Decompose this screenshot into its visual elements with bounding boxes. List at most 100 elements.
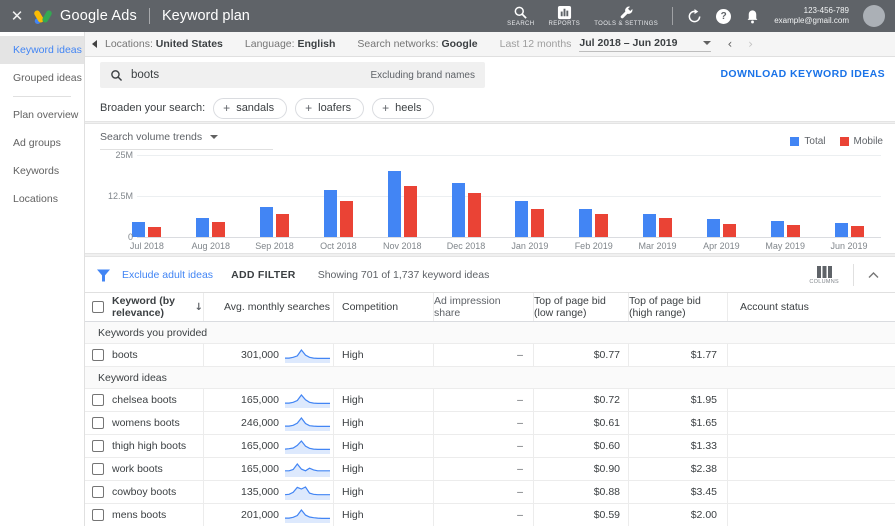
search-icon bbox=[111, 69, 123, 81]
row-checkbox[interactable] bbox=[91, 463, 104, 475]
bar-total bbox=[579, 209, 593, 237]
language-setting[interactable]: Language: English bbox=[245, 38, 335, 50]
google-ads-logo-icon bbox=[34, 8, 52, 25]
networks-setting[interactable]: Search networks: Google bbox=[357, 38, 477, 50]
title-divider bbox=[148, 8, 150, 24]
keyword-ideas-table-panel: Exclude adult ideas ADD FILTER Showing 7… bbox=[85, 258, 895, 526]
bar-group-sep-2018: Sep 2018 bbox=[244, 155, 306, 251]
collapse-table-icon[interactable] bbox=[868, 272, 879, 278]
sidebar-item-keywords[interactable]: Keywords bbox=[0, 157, 84, 185]
broaden-chip-loafers[interactable]: + loafers bbox=[295, 97, 365, 119]
bar-mobile bbox=[659, 218, 673, 237]
searches-cell: 165,000 bbox=[203, 389, 333, 411]
collapse-panel-icon[interactable] bbox=[92, 40, 97, 48]
keyword-search-box[interactable]: Excluding brand names bbox=[100, 62, 485, 88]
bid-low-cell: $0.72 bbox=[533, 389, 628, 411]
header-top-of-page-bid-low-range[interactable]: Top of page bid (low range) bbox=[533, 293, 628, 321]
x-axis-label: Mar 2019 bbox=[638, 241, 677, 251]
sidebar-item-grouped-ideas[interactable]: Grouped ideas bbox=[0, 64, 84, 92]
reports-nav-button[interactable]: REPORTS bbox=[549, 5, 581, 27]
ad-impression-share-cell: – bbox=[433, 481, 533, 503]
bar-mobile bbox=[339, 201, 353, 237]
broaden-chip-heels[interactable]: + heels bbox=[372, 97, 435, 119]
bid-low-cell: $0.90 bbox=[533, 458, 628, 480]
bars bbox=[579, 155, 609, 237]
y-axis-tick: 0 bbox=[127, 232, 133, 242]
account-email: example@gmail.com bbox=[774, 16, 849, 25]
broaden-search-row: Broaden your search: + sandals + loafers + he… bbox=[100, 95, 880, 121]
bar-group-aug-2018: Aug 2018 bbox=[180, 155, 242, 251]
searches-value: 201,000 bbox=[241, 509, 279, 521]
row-checkbox[interactable] bbox=[91, 349, 104, 361]
keyword-cell: mens boots bbox=[112, 509, 167, 521]
legend-item-mobile: Mobile bbox=[839, 136, 883, 147]
competition-cell: High bbox=[333, 435, 433, 457]
table-row-chelsea-boots: chelsea boots 165,000 High – $0.72 $1.95 bbox=[85, 389, 895, 412]
checkbox-cell bbox=[85, 389, 110, 411]
tools-settings-button[interactable]: TOOLS & SETTINGS bbox=[594, 5, 658, 27]
bar-total bbox=[770, 221, 784, 237]
panel-gap bbox=[85, 253, 895, 257]
table-body: Keywords you provided boots 301,000 High – $0… bbox=[85, 322, 895, 526]
competition-cell: High bbox=[333, 458, 433, 480]
x-axis-label: Aug 2018 bbox=[191, 241, 230, 251]
x-axis-label: Apr 2019 bbox=[703, 241, 740, 251]
competition-cell: High bbox=[333, 504, 433, 526]
add-filter-button[interactable]: ADD FILTER bbox=[231, 269, 296, 281]
searches-cell: 135,000 bbox=[203, 481, 333, 503]
sort-by-keyword-button[interactable]: Keyword (by relevance) ↓ bbox=[112, 295, 203, 319]
keyword-cell: womens boots bbox=[112, 417, 180, 429]
sidebar-item-locations[interactable]: Locations bbox=[0, 185, 84, 213]
search-nav-button[interactable]: SEARCH bbox=[507, 5, 534, 27]
row-checkbox[interactable] bbox=[91, 440, 104, 452]
row-checkbox[interactable] bbox=[91, 486, 104, 498]
chart-type-dropdown[interactable]: Search volume trends bbox=[100, 131, 274, 150]
checkbox-cell bbox=[85, 412, 110, 434]
bars bbox=[834, 155, 864, 237]
previous-period-icon[interactable]: ‹ bbox=[727, 37, 732, 51]
legend-swatch bbox=[839, 137, 849, 146]
x-axis-label: Oct 2018 bbox=[320, 241, 357, 251]
chart-legend: Total Mobile bbox=[790, 136, 883, 147]
select-all-checkbox[interactable] bbox=[91, 301, 104, 313]
sidebar-item-ad-groups[interactable]: Ad groups bbox=[0, 129, 84, 157]
sidebar-item-keyword-ideas[interactable]: Keyword ideas bbox=[0, 36, 84, 64]
x-axis-label: Nov 2018 bbox=[382, 241, 422, 251]
refresh-icon[interactable] bbox=[687, 8, 702, 24]
header-competition[interactable]: Competition bbox=[333, 293, 433, 321]
header-account-status[interactable]: Account status bbox=[727, 293, 895, 321]
table-row-womens-boots: womens boots 246,000 High – $0.61 $1.65 bbox=[85, 412, 895, 435]
bid-low-cell: $0.88 bbox=[533, 481, 628, 503]
results-count: Showing 701 of 1,737 keyword ideas bbox=[317, 269, 490, 281]
notifications-bell-icon[interactable] bbox=[745, 9, 760, 24]
legend-label: Total bbox=[804, 136, 826, 147]
wrench-icon bbox=[620, 6, 633, 19]
row-checkbox[interactable] bbox=[91, 509, 104, 521]
bid-low-cell: $0.60 bbox=[533, 435, 628, 457]
filter-bar: Exclude adult ideas ADD FILTER Showing 7… bbox=[85, 258, 895, 292]
bars bbox=[451, 155, 481, 237]
help-icon[interactable]: ? bbox=[716, 8, 732, 24]
locations-setting[interactable]: Locations: United States bbox=[105, 38, 223, 50]
avatar[interactable] bbox=[863, 5, 885, 27]
broaden-chip-sandals[interactable]: + sandals bbox=[213, 97, 288, 119]
trend-sparkline bbox=[285, 439, 330, 454]
close-icon[interactable]: ✕ bbox=[0, 7, 34, 25]
keyword-cell: cowboy boots bbox=[112, 486, 177, 498]
header-ad-impression-share[interactable]: Ad impression share bbox=[433, 293, 533, 321]
row-checkbox[interactable] bbox=[91, 394, 104, 406]
exclude-adult-ideas-link[interactable]: Exclude adult ideas bbox=[122, 269, 213, 281]
keyword-search-input[interactable] bbox=[131, 69, 363, 81]
header-top-of-page-bid-high-range[interactable]: Top of page bid (high range) bbox=[628, 293, 727, 321]
download-keyword-ideas-button[interactable]: DOWNLOAD KEYWORD IDEAS bbox=[720, 68, 885, 80]
columns-button[interactable]: COLUMNS bbox=[809, 265, 839, 285]
checkbox-cell bbox=[85, 504, 110, 526]
bar-mobile bbox=[850, 226, 864, 237]
next-period-icon[interactable]: › bbox=[748, 37, 753, 51]
account-status-cell bbox=[727, 389, 895, 411]
row-checkbox[interactable] bbox=[91, 417, 104, 429]
header-avg-monthly-searches[interactable]: Avg. monthly searches bbox=[203, 293, 333, 321]
bar-group-oct-2018: Oct 2018 bbox=[307, 155, 369, 251]
date-range-dropdown[interactable]: Jul 2018 – Jun 2019 bbox=[579, 37, 712, 52]
sidebar-item-plan-overview[interactable]: Plan overview bbox=[0, 101, 84, 129]
